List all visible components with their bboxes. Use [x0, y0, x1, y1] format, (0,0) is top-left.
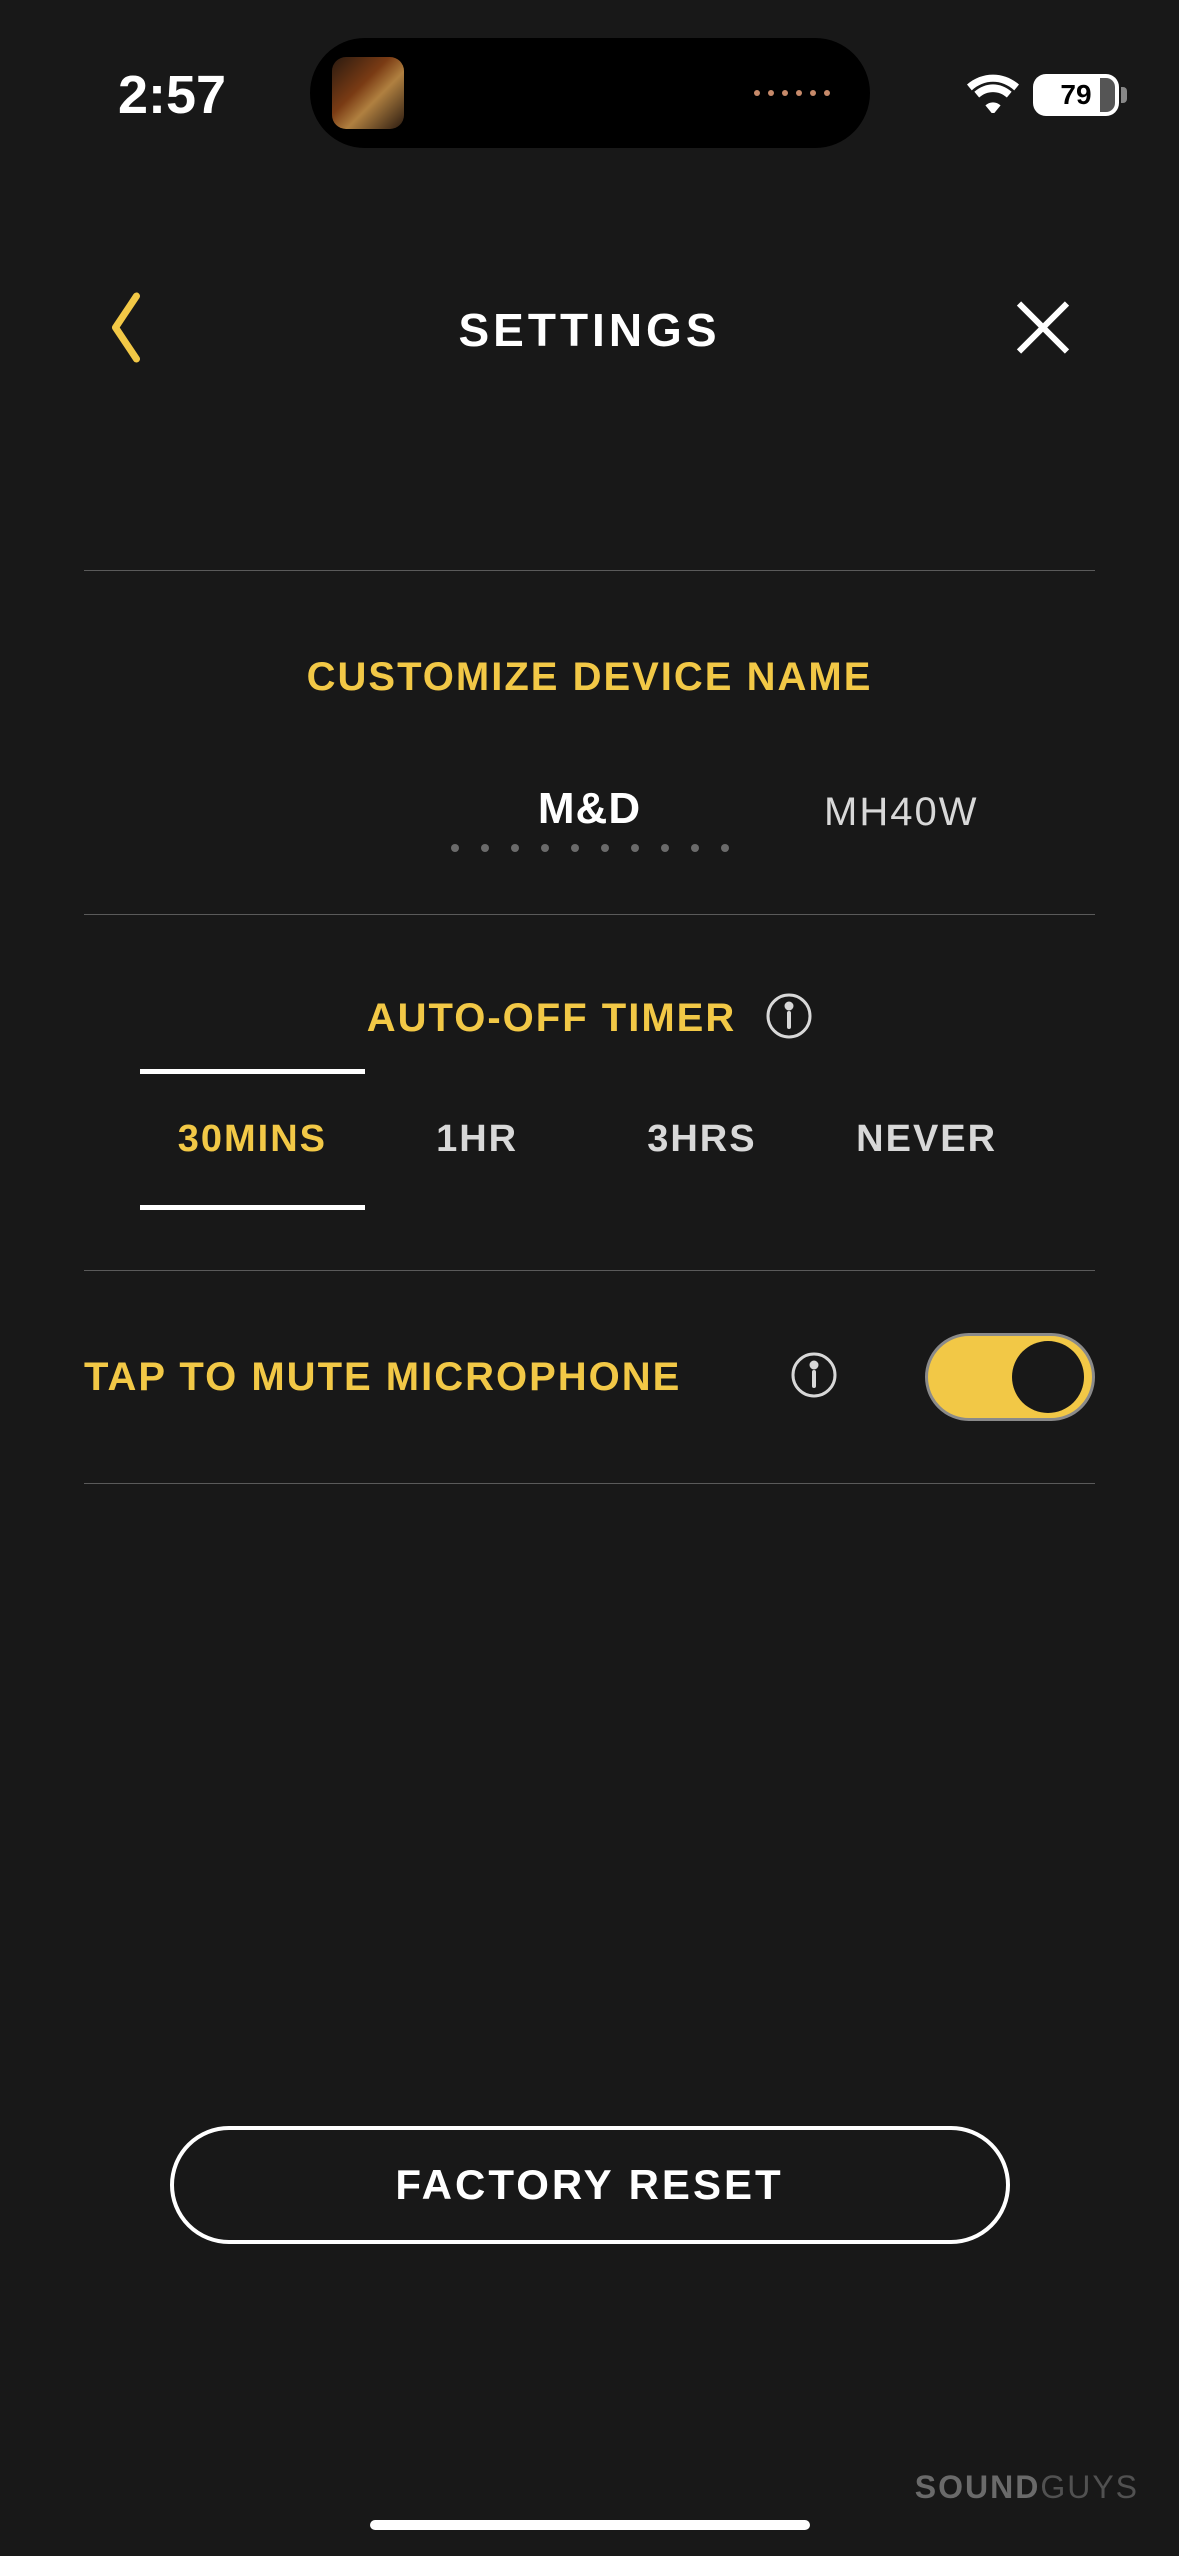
device-name-section-title: CUSTOMIZE DEVICE NAME [84, 655, 1095, 700]
tap-to-mute-row: TAP TO MUTE MICROPHONE [84, 1333, 1095, 1421]
tap-to-mute-label: TAP TO MUTE MICROPHONE [84, 1355, 681, 1400]
page-title: SETTINGS [458, 303, 720, 357]
close-button[interactable] [1013, 298, 1073, 363]
battery-indicator: 79 [1033, 74, 1119, 116]
toggle-knob [1012, 1341, 1084, 1413]
input-placeholder-dots [451, 844, 729, 852]
audio-eq-icon [754, 90, 830, 96]
home-indicator[interactable] [370, 2520, 810, 2530]
divider [84, 914, 1095, 915]
device-name-row: M&D MH40W [84, 784, 1095, 874]
tab-3hrs[interactable]: 3HRS [590, 1074, 815, 1210]
divider [84, 570, 1095, 571]
tap-to-mute-toggle[interactable] [925, 1333, 1095, 1421]
status-bar: 2:57 79 [0, 0, 1179, 150]
info-icon[interactable] [791, 1352, 837, 1403]
auto-off-section-title: AUTO-OFF TIMER [367, 996, 736, 1041]
divider [84, 1270, 1095, 1271]
watermark: SOUNDGUYS [915, 2469, 1139, 2506]
battery-percent: 79 [1060, 79, 1091, 111]
now-playing-art [332, 57, 404, 129]
page-header: SETTINGS [0, 280, 1179, 380]
back-button[interactable] [108, 293, 144, 368]
factory-reset-button[interactable]: FACTORY RESET [170, 2126, 1010, 2244]
tab-30mins[interactable]: 30MINS [140, 1069, 365, 1210]
tab-1hr[interactable]: 1HR [365, 1074, 590, 1210]
dynamic-island[interactable] [310, 38, 870, 148]
wifi-icon [967, 73, 1019, 118]
divider [84, 1483, 1095, 1484]
device-name-input[interactable]: M&D [538, 784, 641, 834]
auto-off-tabs: 30MINS 1HR 3HRS NEVER [84, 1074, 1095, 1210]
status-time: 2:57 [118, 64, 226, 126]
info-icon[interactable] [766, 993, 812, 1044]
device-model-suffix: MH40W [824, 790, 978, 835]
tab-never[interactable]: NEVER [814, 1074, 1039, 1210]
